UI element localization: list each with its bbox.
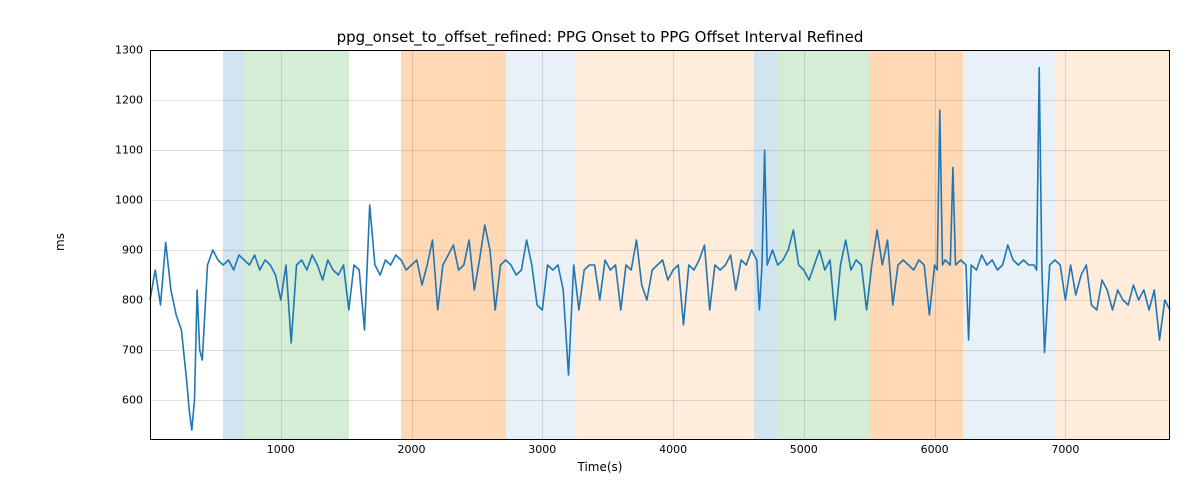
y-tick-label: 900 xyxy=(103,244,143,257)
y-axis-label: ms xyxy=(53,233,67,251)
x-tick-label: 1000 xyxy=(267,443,295,456)
y-tick-label: 600 xyxy=(103,394,143,407)
line-series xyxy=(150,68,1170,431)
y-tick-label: 1100 xyxy=(103,144,143,157)
x-tick-label: 7000 xyxy=(1051,443,1079,456)
x-tick-label: 2000 xyxy=(398,443,426,456)
y-tick-label: 800 xyxy=(103,294,143,307)
chart-title: ppg_onset_to_offset_refined: PPG Onset t… xyxy=(0,28,1200,46)
y-tick-label: 1300 xyxy=(103,44,143,57)
chart-container: ppg_onset_to_offset_refined: PPG Onset t… xyxy=(0,0,1200,500)
x-tick-label: 3000 xyxy=(528,443,556,456)
y-tick-label: 1200 xyxy=(103,94,143,107)
plot-area xyxy=(150,50,1170,440)
x-tick-label: 6000 xyxy=(921,443,949,456)
line-series-svg xyxy=(150,50,1170,440)
x-axis-label: Time(s) xyxy=(0,460,1200,474)
x-tick-label: 5000 xyxy=(790,443,818,456)
y-tick-label: 1000 xyxy=(103,194,143,207)
x-tick-label: 4000 xyxy=(659,443,687,456)
y-tick-label: 700 xyxy=(103,344,143,357)
